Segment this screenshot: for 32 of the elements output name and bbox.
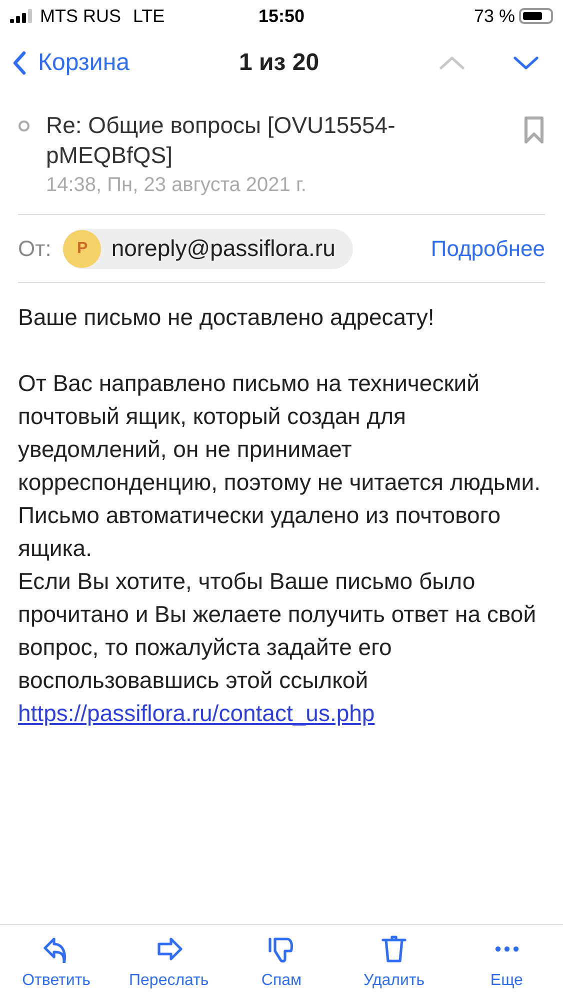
email-subject: Re: Общие вопросы [OVU15554-pMEQBfQS] [46, 111, 396, 170]
network-type: LTE [133, 4, 165, 28]
forward-icon [154, 935, 183, 963]
email-date: 14:38, Пн, 23 августа 2021 г. [46, 173, 308, 198]
toolbar-button[interactable]: Еще [456, 935, 557, 993]
battery-icon [518, 8, 553, 24]
sender-chip[interactable]: P noreply@passiflora.ru [63, 228, 354, 268]
battery-percent: 73 % [474, 4, 515, 28]
contact-link[interactable]: https://passiflora.ru/contact_us.php [18, 697, 375, 730]
toolbar-button[interactable]: Спам [231, 935, 332, 993]
sender-avatar: P [63, 230, 102, 268]
toolbar-button[interactable]: Переслать [118, 935, 219, 993]
toolbar-button[interactable]: Удалить [344, 935, 444, 993]
chevron-down-icon[interactable] [513, 56, 539, 70]
message-counter: 1 из 20 [239, 48, 320, 78]
back-button[interactable]: Корзина [12, 45, 130, 81]
message-paragraph: От Вас направлено письмо на технический почтовый ящик, который создан для уведомлений, он не принимает корреспонденцию, поэтому не читается людьми. Письмо автоматически удалено из почтового ящика. [18, 369, 542, 563]
back-chevron-icon [12, 51, 26, 75]
sender-address: noreply@passiflora.ru [111, 234, 336, 264]
more-icon [494, 946, 519, 952]
bookmark-icon[interactable] [523, 116, 545, 144]
from-label: От: [18, 235, 52, 263]
message-paragraph: Если Вы хотите, чтобы Ваше письмо было прочитано и Вы желаете получить ответ на свой вопрос, то пожалуйста задайте его воспользовавшись этой ссылкой [18, 567, 538, 695]
signal-icon [10, 9, 34, 23]
clock: 15:50 [258, 4, 305, 28]
message-paragraph: Ваше письмо не доставлено адресату! [18, 303, 436, 332]
thumbs-down-icon [267, 935, 296, 963]
read-status-icon [18, 120, 30, 132]
details-link[interactable]: Подробнее [430, 232, 545, 265]
toolbar-button[interactable]: Ответить [6, 935, 106, 993]
carrier-name: MTS RUS [40, 4, 121, 28]
trash-icon [380, 935, 408, 963]
